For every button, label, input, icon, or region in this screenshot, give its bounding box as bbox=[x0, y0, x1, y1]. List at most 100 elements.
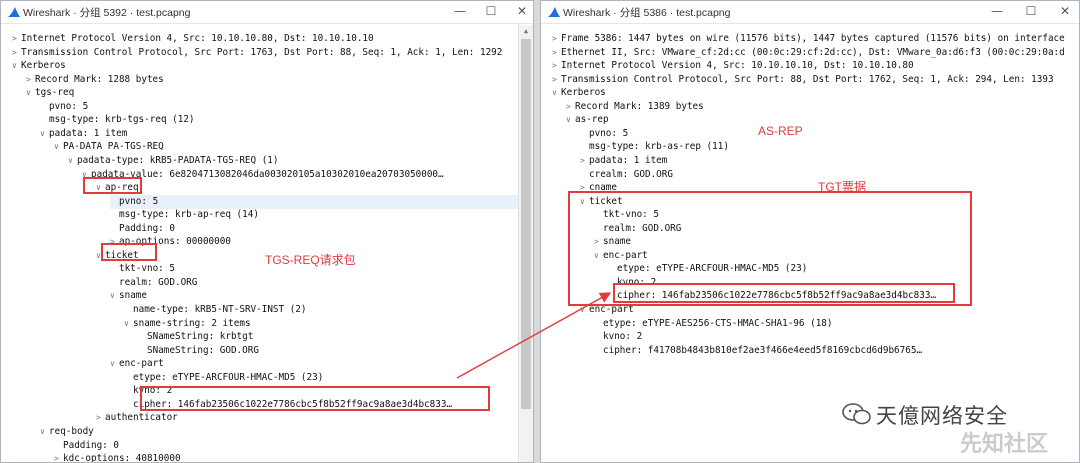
tree-row[interactable]: > ap-options: 00000000 bbox=[110, 235, 533, 249]
tree-row[interactable]: ∨ ap-req bbox=[96, 181, 533, 195]
tree-row-label: etype: eTYPE-ARCFOUR-HMAC-MD5 (23) bbox=[133, 371, 324, 383]
expand-arrow-icon[interactable]: > bbox=[54, 452, 63, 462]
tree-row[interactable]: SNameString: GOD.ORG bbox=[138, 344, 533, 358]
tree-row[interactable]: > Record Mark: 1389 bytes bbox=[566, 100, 1079, 114]
collapse-arrow-icon[interactable]: ∨ bbox=[40, 425, 49, 439]
tree-row-label: req-body bbox=[49, 425, 94, 437]
expand-arrow-icon[interactable]: > bbox=[12, 46, 21, 60]
tree-row-label: tkt-vno: 5 bbox=[119, 263, 175, 275]
tree-row-label: etype: eTYPE-AES256-CTS-HMAC-SHA1-96 (18… bbox=[603, 317, 833, 329]
tree-row[interactable]: Padding: 0 bbox=[54, 439, 533, 453]
tree-row-label: PA-DATA PA-TGS-REQ bbox=[63, 141, 164, 153]
tree-row[interactable]: cipher: f41708b4843b810ef2ae3f466e4eed5f… bbox=[594, 344, 1079, 358]
tree-row-label: SNameString: GOD.ORG bbox=[147, 344, 259, 356]
collapse-arrow-icon[interactable]: ∨ bbox=[110, 289, 119, 303]
tree-row[interactable]: > Internet Protocol Version 4, Src: 10.10… bbox=[12, 32, 533, 46]
close-button[interactable]: ✕ bbox=[1056, 3, 1074, 20]
tree-row[interactable]: > Frame 5386: 1447 bytes on wire (11576 b… bbox=[552, 32, 1079, 46]
tree-row[interactable]: > authenticator bbox=[96, 411, 533, 425]
expand-arrow-icon[interactable]: > bbox=[26, 73, 35, 87]
tree-row-label: Record Mark: 1389 bytes bbox=[575, 100, 704, 112]
tree-row[interactable]: SNameString: krbtgt bbox=[138, 330, 533, 344]
collapse-arrow-icon[interactable]: ∨ bbox=[26, 86, 35, 100]
minimize-button[interactable]: — bbox=[451, 3, 469, 20]
tree-row[interactable]: ∨ padata-value: 6e8204713082046da00302010… bbox=[82, 168, 533, 182]
collapse-arrow-icon[interactable]: ∨ bbox=[40, 127, 49, 141]
maximize-button[interactable]: ☐ bbox=[482, 3, 500, 20]
tree-row[interactable]: ∨ PA-DATA PA-TGS-REQ bbox=[54, 140, 533, 154]
tree-row[interactable]: ∨ padata: 1 item bbox=[40, 127, 533, 141]
expand-arrow-icon[interactable]: > bbox=[552, 32, 561, 46]
tree-row[interactable]: ∨ sname-string: 2 items bbox=[124, 317, 533, 331]
expand-arrow-icon[interactable]: > bbox=[552, 73, 561, 87]
tree-row[interactable]: > padata: 1 item bbox=[580, 154, 1079, 168]
vertical-scrollbar[interactable]: ▲ bbox=[518, 25, 533, 462]
tree-row[interactable]: ∨ Kerberos bbox=[552, 86, 1079, 100]
window-title: Wireshark · 分组 5386 · test.pcapng bbox=[563, 7, 731, 19]
annotation-as-rep: AS-REP bbox=[758, 124, 803, 138]
watermark-stamp: 先知社区 bbox=[960, 432, 1049, 457]
window-title: Wireshark · 分组 5392 · test.pcapng bbox=[23, 7, 191, 19]
tree-row-label: enc-part bbox=[119, 358, 164, 370]
wechat-logo-icon bbox=[842, 403, 871, 425]
tree-row-label: name-type: kRB5-NT-SRV-INST (2) bbox=[133, 304, 307, 315]
tree-row[interactable]: realm: GOD.ORG bbox=[110, 276, 533, 290]
tree-row[interactable]: > Internet Protocol Version 4, Src: 10.10… bbox=[552, 59, 1079, 73]
expand-arrow-icon[interactable]: > bbox=[96, 411, 105, 425]
minimize-button[interactable]: — bbox=[988, 3, 1006, 20]
collapse-arrow-icon[interactable]: ∨ bbox=[12, 59, 21, 73]
tree-row[interactable]: > Ethernet II, Src: VMware_cf:2d:cc (00:0… bbox=[552, 46, 1079, 60]
tree-row[interactable]: msg-type: krb-tgs-req (12) bbox=[40, 113, 533, 127]
highlight-box-cipher-right bbox=[613, 283, 955, 303]
collapse-arrow-icon[interactable]: ∨ bbox=[566, 113, 575, 127]
tree-row[interactable]: pvno: 5 bbox=[110, 194, 533, 209]
tree-row[interactable]: ∨ padata-type: kRB5-PADATA-TGS-REQ (1) bbox=[68, 154, 533, 168]
tree-row[interactable]: pvno: 5 bbox=[40, 100, 533, 114]
tree-row[interactable]: etype: eTYPE-ARCFOUR-HMAC-MD5 (23) bbox=[124, 371, 533, 385]
tree-row[interactable]: ∨ tgs-req bbox=[26, 86, 533, 100]
expand-arrow-icon[interactable]: > bbox=[566, 100, 575, 114]
collapse-arrow-icon[interactable]: ∨ bbox=[110, 357, 119, 371]
close-button[interactable]: ✕ bbox=[513, 3, 531, 20]
tree-row-label: pvno: 5 bbox=[49, 100, 89, 112]
tree-row[interactable]: ∨ sname bbox=[110, 289, 533, 303]
expand-arrow-icon[interactable]: > bbox=[552, 59, 561, 73]
tree-row[interactable]: > Record Mark: 1288 bytes bbox=[26, 73, 533, 87]
tree-row-label: Record Mark: 1288 bytes bbox=[35, 73, 164, 85]
collapse-arrow-icon[interactable]: ∨ bbox=[68, 154, 77, 168]
scroll-up-arrow-icon[interactable]: ▲ bbox=[519, 25, 533, 37]
maximize-button[interactable]: ☐ bbox=[1022, 3, 1040, 20]
tree-row[interactable]: ∨ enc-part bbox=[110, 357, 533, 371]
scroll-thumb[interactable] bbox=[521, 39, 531, 409]
expand-arrow-icon[interactable]: > bbox=[580, 154, 589, 168]
wireshark-fin-icon bbox=[548, 7, 560, 17]
tree-row[interactable]: ∨ req-body bbox=[40, 425, 533, 439]
collapse-arrow-icon[interactable]: ∨ bbox=[54, 140, 63, 154]
tree-row[interactable]: > Transmission Control Protocol, Src Port… bbox=[12, 46, 533, 60]
title-bar[interactable]: Wireshark · 分组 5392 · test.pcapng — ☐ ✕ bbox=[1, 1, 533, 24]
tree-row[interactable]: name-type: kRB5-NT-SRV-INST (2) bbox=[124, 303, 533, 317]
tree-row[interactable]: pvno: 5 bbox=[580, 127, 1079, 141]
tree-row[interactable]: ∨ as-rep bbox=[566, 113, 1079, 127]
expand-arrow-icon[interactable]: > bbox=[12, 32, 21, 46]
tree-row[interactable]: Padding: 0 bbox=[110, 222, 533, 236]
tree-row-label: cipher: f41708b4843b810ef2ae3f466e4eed5f… bbox=[603, 344, 923, 356]
collapse-arrow-icon[interactable]: ∨ bbox=[124, 317, 133, 331]
tree-row-label: Internet Protocol Version 4, Src: 10.10.… bbox=[561, 60, 914, 72]
tree-row-label: Kerberos bbox=[561, 87, 606, 99]
tree-row-label: Padding: 0 bbox=[119, 222, 175, 234]
collapse-arrow-icon[interactable]: ∨ bbox=[552, 86, 561, 100]
tree-row-label: SNameString: krbtgt bbox=[147, 331, 254, 343]
tree-row[interactable]: etype: eTYPE-AES256-CTS-HMAC-SHA1-96 (18… bbox=[594, 317, 1079, 331]
tree-row[interactable]: > Transmission Control Protocol, Src Port… bbox=[552, 73, 1079, 87]
expand-arrow-icon[interactable]: > bbox=[552, 46, 561, 60]
tree-row-label: Padding: 0 bbox=[63, 439, 119, 451]
tree-row[interactable]: > kdc-options: 40810000 bbox=[54, 452, 533, 463]
tree-row[interactable]: msg-type: krb-ap-req (14) bbox=[110, 208, 533, 222]
tree-row[interactable]: msg-type: krb-as-rep (11) bbox=[580, 140, 1079, 154]
title-bar[interactable]: Wireshark · 分组 5386 · test.pcapng — ☐ ✕ bbox=[541, 1, 1079, 24]
tree-row-label: kdc-options: 40810000 bbox=[63, 453, 181, 463]
tree-row[interactable]: ∨ Kerberos bbox=[12, 59, 533, 73]
tree-row[interactable]: kvno: 2 bbox=[594, 330, 1079, 344]
annotation-tgs-req: TGS-REQ请求包 bbox=[265, 253, 356, 267]
